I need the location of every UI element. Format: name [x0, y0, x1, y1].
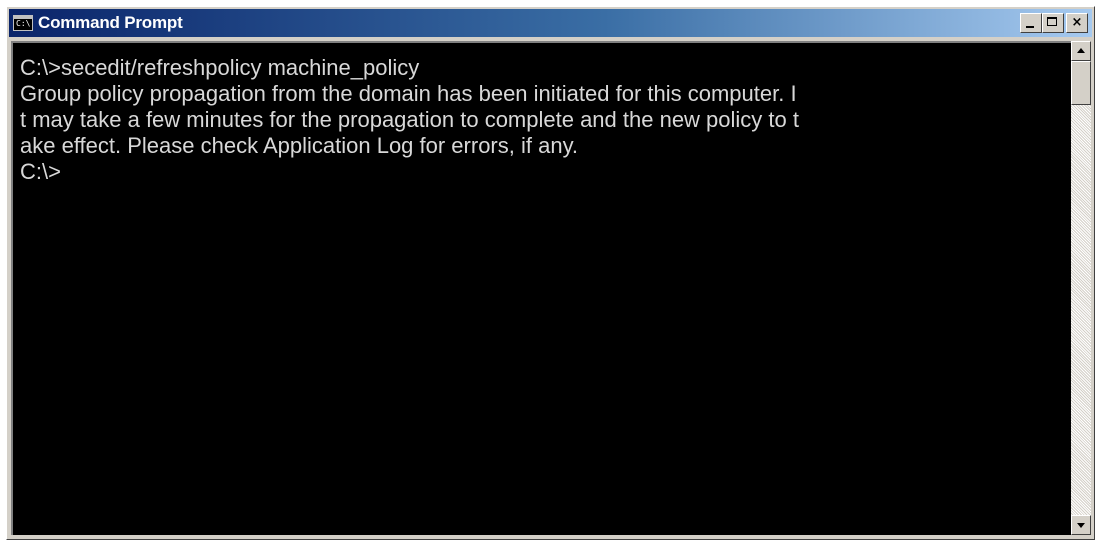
console-line-output-2: t may take a few minutes for the propaga…: [20, 107, 799, 132]
console-line-output-1: Group policy propagation from the domain…: [20, 81, 797, 106]
title-bar[interactable]: C:\ Command Prompt ×: [9, 9, 1092, 37]
command-prompt-icon[interactable]: C:\: [13, 15, 33, 31]
scroll-up-button[interactable]: [1071, 41, 1091, 61]
maximize-button[interactable]: [1042, 13, 1064, 33]
console-line-output-3: ake effect. Please check Application Log…: [20, 133, 579, 158]
close-icon: ×: [1071, 15, 1083, 30]
minimize-button[interactable]: [1020, 13, 1042, 33]
command-prompt-icon-glyph: C:\: [16, 19, 31, 28]
vertical-scrollbar[interactable]: [1071, 41, 1091, 535]
console-output[interactable]: C:\>secedit/refreshpolicy machine_policy…: [11, 41, 1071, 535]
close-button[interactable]: ×: [1066, 13, 1088, 33]
command-prompt-window: C:\ Command Prompt × C:\>secedit/refresh…: [6, 6, 1095, 540]
console-line-prompt: C:\>: [20, 159, 61, 184]
scroll-down-button[interactable]: [1071, 515, 1091, 535]
console-line-command: C:\>secedit/refreshpolicy machine_policy: [20, 55, 420, 80]
scrollbar-thumb[interactable]: [1071, 61, 1091, 105]
window-controls: ×: [1020, 13, 1088, 33]
window-title: Command Prompt: [38, 13, 183, 32]
